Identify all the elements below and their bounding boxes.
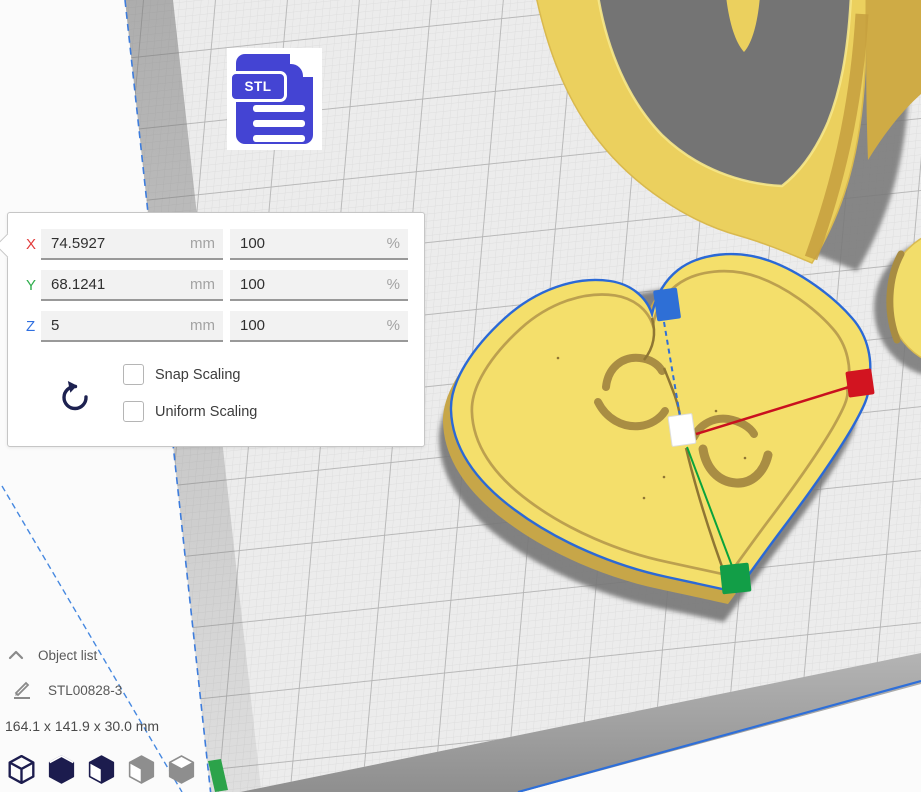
object-list-item[interactable]: STL00828-3 — [0, 679, 122, 701]
snap-scaling-checkbox[interactable] — [123, 364, 144, 385]
cube-front-icon — [48, 755, 75, 784]
stl-document-glyph: STL — [236, 54, 313, 144]
axis-y-label: Y — [26, 270, 36, 301]
scale-handle-x[interactable] — [845, 368, 874, 397]
view-right-button[interactable] — [168, 755, 195, 784]
axis-x-label: X — [26, 229, 36, 260]
stl-badge-label: STL — [229, 71, 287, 102]
snap-scaling-label: Snap Scaling — [155, 367, 240, 383]
stl-file-icon: STL — [227, 48, 322, 150]
object-name: STL00828-3 — [48, 683, 122, 698]
cube-3d-icon — [8, 755, 35, 784]
axis-z-label: Z — [26, 311, 35, 342]
camera-view-toolbar — [8, 755, 195, 784]
stl-folded-corner — [290, 53, 314, 77]
snap-scaling-row: Snap Scaling — [123, 364, 240, 385]
object-list-title: Object list — [38, 648, 97, 663]
model-dimensions: 164.1 x 141.9 x 30.0 mm — [5, 718, 159, 734]
scale-handle-y[interactable] — [720, 563, 752, 595]
chevron-up-icon — [8, 650, 24, 660]
view-front-button[interactable] — [48, 755, 75, 784]
uniform-scaling-label: Uniform Scaling — [155, 404, 257, 420]
view-left-button[interactable] — [128, 755, 155, 784]
scale-z-mm-field[interactable]: 5 mm — [41, 311, 223, 342]
buildvolume-edge-line — [2, 486, 182, 792]
cube-top-icon — [88, 755, 115, 784]
scale-row-x: X 74.5927 mm 100 % — [8, 229, 424, 260]
uniform-scaling-row: Uniform Scaling — [123, 401, 257, 422]
scale-row-z: Z 5 mm 100 % — [8, 311, 424, 342]
scale-handle-z[interactable] — [653, 287, 681, 321]
scale-x-mm-field[interactable]: 74.5927 mm — [41, 229, 223, 260]
scale-x-percent-field[interactable]: 100 % — [230, 229, 408, 260]
scale-row-y: Y 68.1241 mm 100 % — [8, 270, 424, 301]
view-top-button[interactable] — [88, 755, 115, 784]
rename-pencil-icon — [12, 680, 32, 700]
scale-handle-center[interactable] — [668, 413, 696, 446]
scale-z-percent-field[interactable]: 100 % — [230, 311, 408, 342]
object-list-header[interactable]: Object list — [0, 644, 97, 666]
uniform-scaling-checkbox[interactable] — [123, 401, 144, 422]
scale-y-mm-field[interactable]: 68.1241 mm — [41, 270, 223, 301]
scale-tool-panel: X 74.5927 mm 100 % Y 68.1241 mm 100 % Z … — [7, 212, 425, 447]
cube-left-icon — [128, 755, 155, 784]
view-3d-button[interactable] — [8, 755, 35, 784]
reset-scale-button[interactable] — [57, 375, 95, 415]
scale-y-percent-field[interactable]: 100 % — [230, 270, 408, 301]
cube-right-icon — [168, 755, 195, 784]
reset-rotate-icon — [57, 375, 95, 415]
